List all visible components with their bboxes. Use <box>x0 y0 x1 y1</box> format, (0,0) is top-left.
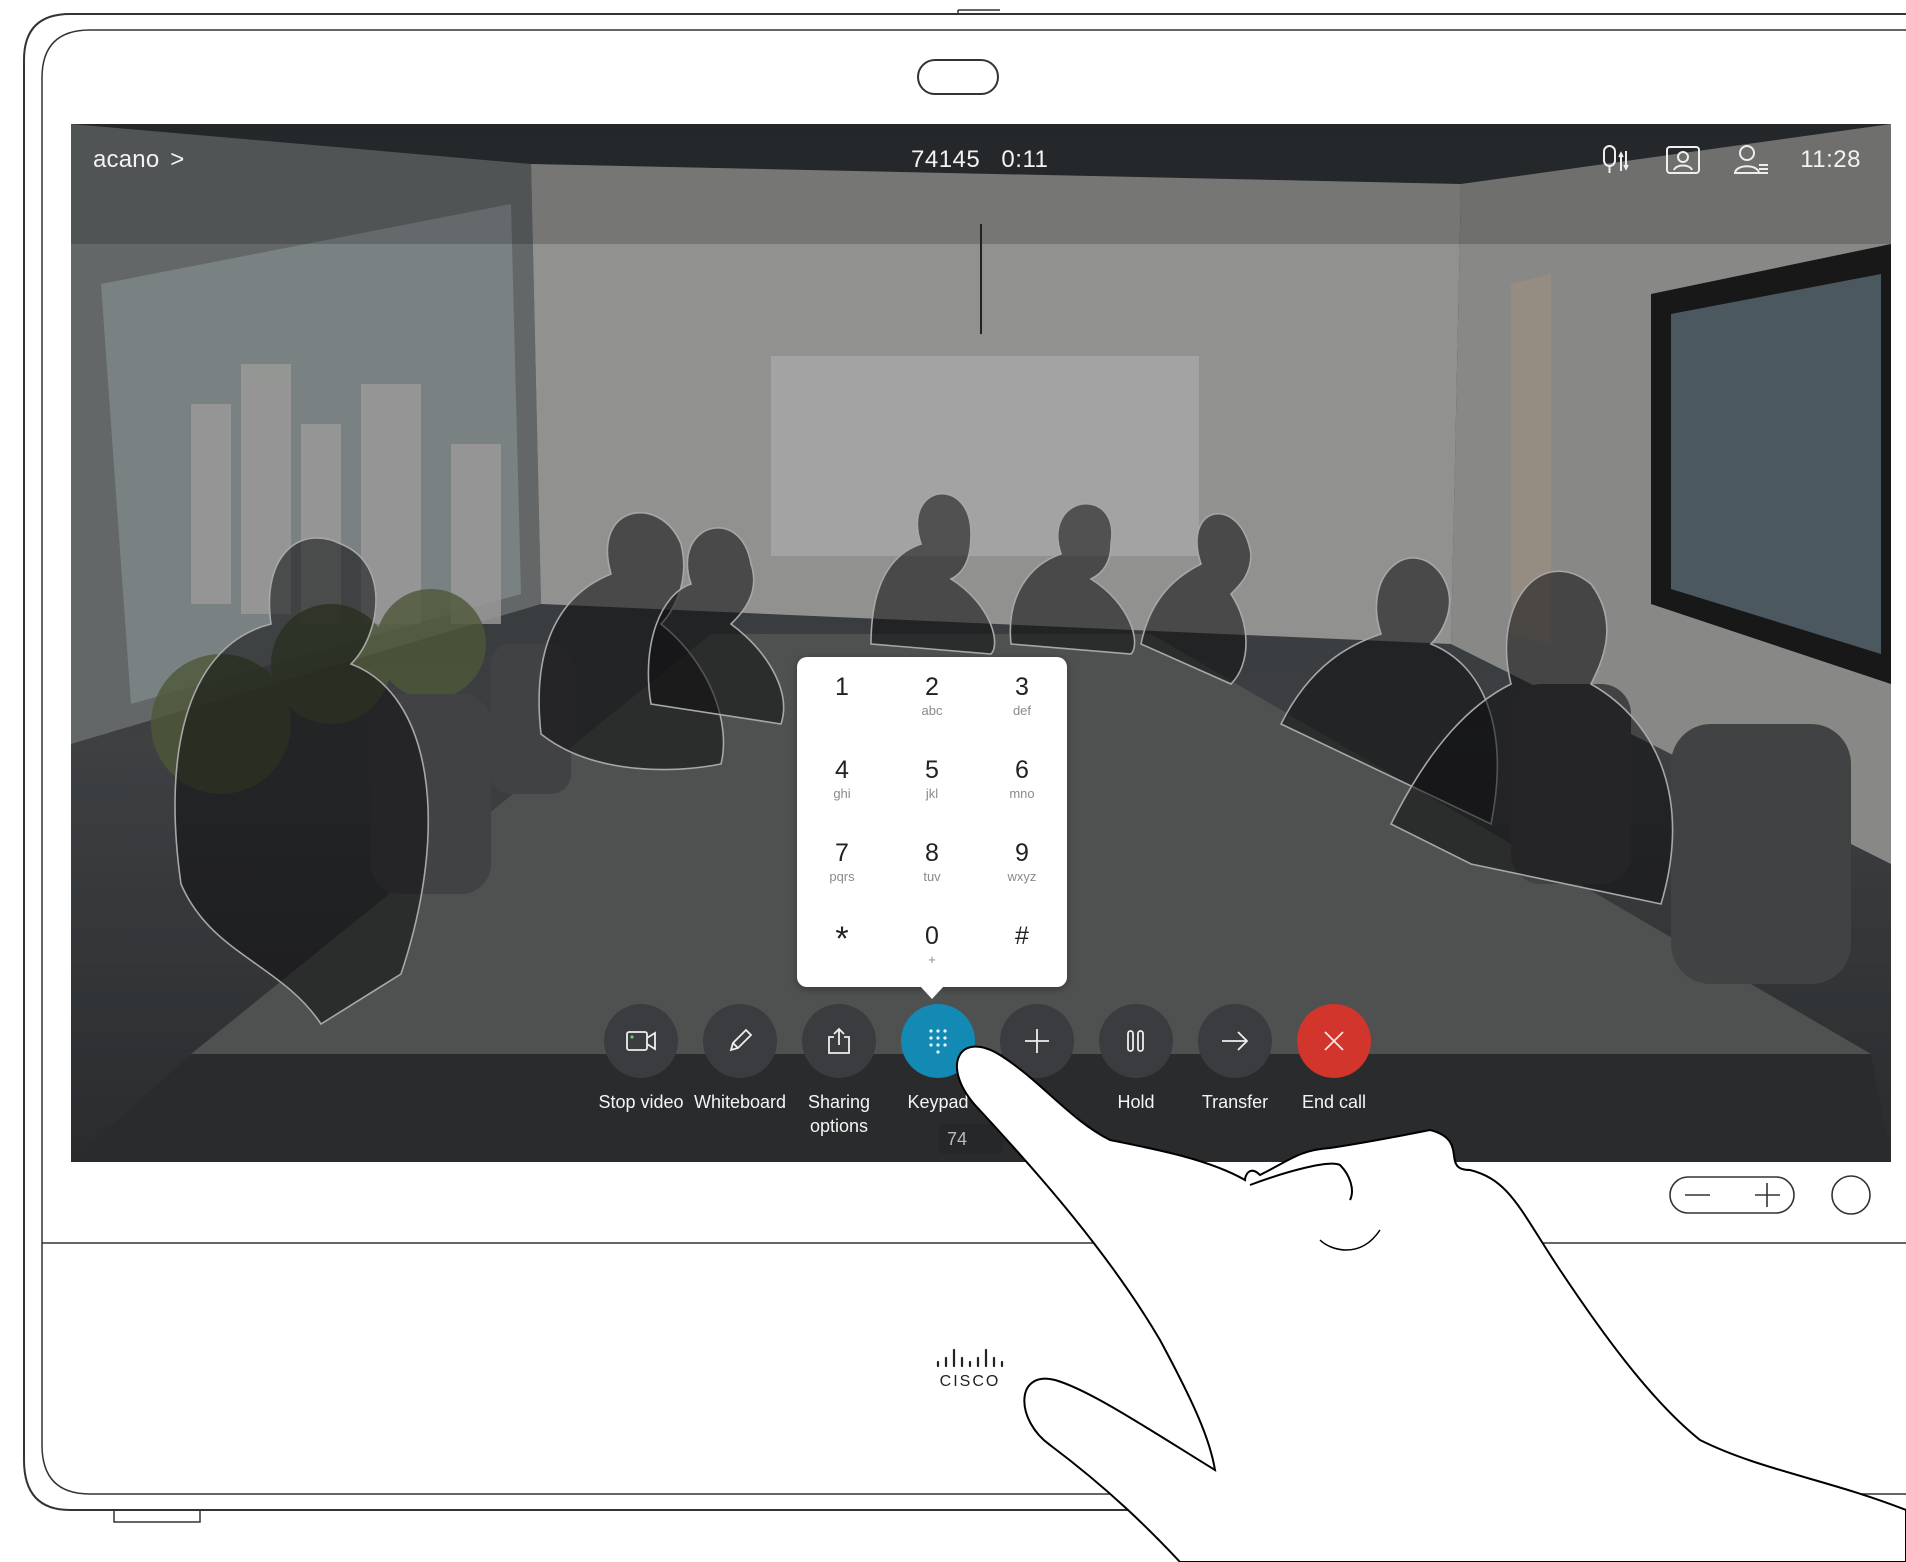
device-frame: CISCO acano > 74145 0:11 11:28 1 2 abc 3… <box>0 0 1906 1562</box>
end-call-button[interactable]: End call <box>1284 1004 1384 1114</box>
keypad-key-digit: 8 <box>925 839 939 867</box>
call-number: 74145 <box>911 146 981 173</box>
sharing-options-button[interactable]: Sharing options <box>789 1004 889 1138</box>
call-info: 74145 0:11 <box>911 146 1211 174</box>
keypad-key-digit: 5 <box>925 756 939 784</box>
keypad-key-letters: + <box>928 952 936 967</box>
keypad-key-letters: jkl <box>925 786 939 801</box>
sharing-options-label: Sharing options <box>807 1092 871 1136</box>
keypad-key[interactable]: 7 pqrs <box>797 823 887 906</box>
call-controls: Stop video Whiteboard Sharing options Key… <box>591 1004 1441 1154</box>
keypad-key-letters: tuv <box>923 869 941 884</box>
room-name-link[interactable]: acano > <box>93 146 184 174</box>
keypad-key-digit: 4 <box>835 756 849 784</box>
keypad-key[interactable]: 5 jkl <box>887 740 977 823</box>
arrow-right-icon <box>1198 1004 1272 1078</box>
top-status-bar: acano > 74145 0:11 11:28 <box>71 124 1891 194</box>
clock: 11:28 <box>1800 146 1861 173</box>
plus-icon <box>1000 1004 1074 1078</box>
selfview-icon[interactable] <box>1664 141 1702 179</box>
call-screen: acano > 74145 0:11 11:28 1 2 abc 3 def 4… <box>71 124 1891 1162</box>
keypad-key-digit: 1 <box>835 673 849 701</box>
keypad-key-letters: pqrs <box>829 869 855 884</box>
keypad-key[interactable]: 3 def <box>977 657 1067 740</box>
participants-icon[interactable] <box>1732 141 1770 179</box>
pause-icon <box>1099 1004 1173 1078</box>
keypad-key[interactable]: * <box>797 906 887 987</box>
keypad-key[interactable]: 9 wxyz <box>977 823 1067 906</box>
chevron-right-icon: > <box>170 146 185 173</box>
keypad-key-digit: 2 <box>925 673 939 701</box>
dtmf-keypad: 1 2 abc 3 def 4 ghi 5 jkl 6 mno 7 pqrs 8 tuv 9 wxyz * 0 + # <box>797 657 1067 999</box>
keypad-key-digit: * <box>835 920 849 958</box>
keypad-key[interactable]: 0 + <box>887 906 977 987</box>
hold-label: Hold <box>1117 1092 1155 1112</box>
power-button <box>1831 1175 1871 1215</box>
keypad-key-letters: def <box>1012 703 1032 718</box>
keypad-key-digit: 6 <box>1015 756 1029 784</box>
share-icon <box>802 1004 876 1078</box>
microphone-settings-icon[interactable] <box>1596 141 1634 179</box>
end-call-label: End call <box>1301 1092 1367 1112</box>
stop-video-button[interactable]: Stop video <box>591 1004 691 1114</box>
cisco-logo: CISCO <box>928 1344 1048 1394</box>
keypad-key[interactable]: 6 mno <box>977 740 1067 823</box>
keypad-key-letters: wxyz <box>1007 869 1037 884</box>
dialpad-icon <box>901 1004 975 1078</box>
keypad-key-letters: ghi <box>833 786 851 801</box>
keypad-key[interactable]: 8 tuv <box>887 823 977 906</box>
add-button[interactable] <box>987 1004 1087 1078</box>
keypad-key[interactable]: # <box>977 906 1067 987</box>
transfer-button[interactable]: Transfer <box>1185 1004 1285 1114</box>
keypad-grid: 1 2 abc 3 def 4 ghi 5 jkl 6 mno 7 pqrs 8 tuv 9 wxyz * 0 + # <box>797 657 1067 987</box>
keypad-key-digit: 0 <box>925 922 939 950</box>
transfer-label: Transfer <box>1201 1092 1269 1112</box>
keypad-key[interactable]: 2 abc <box>887 657 977 740</box>
whiteboard-label: Whiteboard <box>693 1092 787 1112</box>
keypad-key[interactable]: 4 ghi <box>797 740 887 823</box>
cisco-wordmark: CISCO <box>940 1373 1001 1390</box>
keypad-key-digit: 7 <box>835 839 849 867</box>
keypad-key-digit: 3 <box>1015 673 1029 701</box>
dialed-digits-badge: 74 <box>939 1124 1003 1154</box>
hold-button[interactable]: Hold <box>1086 1004 1186 1114</box>
keypad-key[interactable]: 1 <box>797 657 887 740</box>
whiteboard-button[interactable]: Whiteboard <box>690 1004 790 1114</box>
keypad-key-letters: abc <box>921 703 943 718</box>
call-duration: 0:11 <box>1001 146 1049 173</box>
camera-icon <box>604 1004 678 1078</box>
pencil-icon <box>703 1004 777 1078</box>
keypad-key-digit: # <box>1015 922 1029 950</box>
status-icons: 11:28 <box>1596 140 1861 180</box>
close-icon <box>1297 1004 1371 1078</box>
keypad-label: Keypad <box>907 1092 969 1112</box>
room-name: acano <box>93 146 160 173</box>
keypad-key-digit: 9 <box>1015 839 1029 867</box>
stop-video-label: Stop video <box>598 1092 684 1112</box>
keypad-button[interactable]: Keypad <box>888 1004 988 1114</box>
keypad-key-letters: mno <box>1009 786 1035 801</box>
keypad-pointer <box>920 986 944 999</box>
